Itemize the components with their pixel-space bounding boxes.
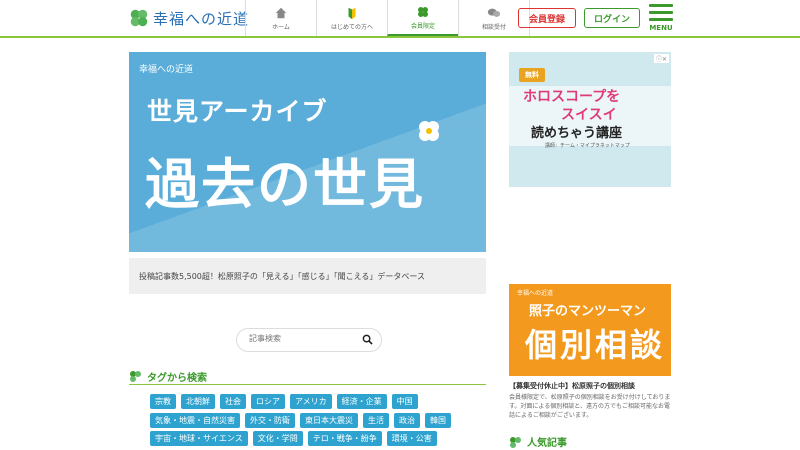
hamburger-icon bbox=[649, 4, 673, 7]
clover-icon bbox=[419, 121, 439, 141]
hero-banner[interactable]: 幸福への近道 世見アーカイブ 過去の世見 bbox=[129, 52, 486, 252]
hero-logo: 幸福への近道 bbox=[139, 65, 194, 75]
tag[interactable]: 宗教 bbox=[150, 394, 176, 409]
tag[interactable]: ロシア bbox=[251, 394, 285, 409]
main-nav: ホーム はじめての方へ 会員限定 相談受付 bbox=[245, 0, 530, 36]
consult-logo: 幸福への近道 bbox=[517, 290, 554, 297]
login-button[interactable]: ログイン bbox=[584, 8, 640, 28]
clover-icon bbox=[510, 436, 521, 448]
nav-home-label: ホーム bbox=[272, 23, 290, 31]
hero-caption: 投稿記事数5,500超！松原照子の「見える」「感じる」「聞こえる」データベース bbox=[129, 258, 486, 294]
tags-heading: タグから検索 bbox=[129, 368, 486, 385]
tag[interactable]: 文化・学問 bbox=[252, 431, 303, 446]
clover-icon bbox=[130, 371, 141, 382]
hamburger-bar bbox=[649, 11, 673, 14]
site-logo[interactable]: 幸福への近道 bbox=[128, 6, 249, 30]
site-header: 幸福への近道 ホーム はじめての方へ 会員限定 相談受付 会員登録 ログイン M… bbox=[0, 0, 800, 38]
menu-button[interactable]: MENU bbox=[648, 4, 674, 32]
tag[interactable]: 宇宙・地球・サイエンス bbox=[150, 431, 248, 446]
tag[interactable]: 東日本大震災 bbox=[300, 413, 358, 428]
tag[interactable]: 経済・企業 bbox=[336, 394, 387, 409]
free-badge: 無料 bbox=[519, 68, 545, 82]
ad-line1: ホロスコープを bbox=[523, 89, 621, 105]
nav-consultation-label: 相談受付 bbox=[481, 23, 506, 31]
consultation-banner[interactable]: 幸福への近道 照子のマンツーマン 個別相談 bbox=[509, 284, 671, 376]
consult-title[interactable]: 【募集受付休止中】松原照子の個別相談 bbox=[509, 381, 671, 391]
tag-row: 気象・地震・自然災害 外交・防衛 東日本大震災 生活 政治 韓国 bbox=[150, 413, 451, 428]
hamburger-bar bbox=[649, 18, 673, 21]
nav-beginner[interactable]: はじめての方へ bbox=[316, 0, 387, 36]
nav-home[interactable]: ホーム bbox=[245, 0, 316, 36]
chat-icon bbox=[487, 8, 501, 17]
hero-subtitle: 世見アーカイブ bbox=[147, 97, 328, 126]
popular-heading-text: 人気記事 bbox=[527, 438, 567, 449]
search-icon[interactable] bbox=[362, 334, 373, 345]
logo-text: 幸福への近道 bbox=[153, 9, 250, 28]
nav-members-only[interactable]: 会員限定 bbox=[387, 0, 458, 36]
clover-icon bbox=[418, 6, 428, 17]
clover-icon bbox=[130, 9, 148, 27]
tag-row: 宇宙・地球・サイエンス 文化・学問 テロ・戦争・紛争 環境・公害 bbox=[150, 431, 437, 446]
tag[interactable]: 北朝鮮 bbox=[181, 394, 215, 409]
hero-title: 過去の世見 bbox=[145, 152, 425, 216]
tags-heading-text: タグから検索 bbox=[147, 372, 207, 384]
tag[interactable]: 社会 bbox=[220, 394, 246, 409]
tag[interactable]: 環境・公害 bbox=[386, 431, 437, 446]
consult-line1: 照子のマンツーマン bbox=[529, 304, 647, 319]
consult-line2: 個別相談 bbox=[525, 326, 666, 364]
ad-line3: 読めちゃう講座 bbox=[531, 126, 623, 141]
beginner-icon bbox=[348, 7, 356, 19]
article-search bbox=[236, 328, 382, 352]
tag[interactable]: 政治 bbox=[394, 413, 420, 428]
home-icon bbox=[275, 7, 287, 18]
tag[interactable]: 韓国 bbox=[425, 413, 451, 428]
horoscope-ad[interactable]: ⓘ✕ 無料 ホロスコープを スイスイ 読めちゃう講座 講師：チーム・マイプラネッ… bbox=[509, 52, 671, 187]
popular-heading: 人気記事 bbox=[509, 434, 567, 449]
tag[interactable]: 生活 bbox=[363, 413, 389, 428]
menu-label: MENU bbox=[649, 24, 673, 32]
tag[interactable]: 中国 bbox=[391, 394, 418, 409]
consult-body: 会員様限定で、松原照子の個別相談をお受け付けしております。対面による個別相談と、… bbox=[509, 394, 671, 419]
ad-choices-icon[interactable]: ⓘ✕ bbox=[653, 54, 669, 63]
tag[interactable]: アメリカ bbox=[290, 394, 332, 409]
register-button[interactable]: 会員登録 bbox=[518, 8, 576, 28]
tag[interactable]: テロ・戦争・紛争 bbox=[307, 431, 382, 446]
tag[interactable]: 気象・地震・自然災害 bbox=[150, 413, 240, 428]
ad-line2: スイスイ bbox=[561, 107, 617, 123]
nav-beginner-label: はじめての方へ bbox=[330, 23, 373, 31]
nav-members-label: 会員限定 bbox=[410, 22, 435, 30]
tag-row: 宗教 北朝鮮 社会 ロシア アメリカ 経済・企業 中国 bbox=[150, 394, 418, 409]
tag[interactable]: 外交・防衛 bbox=[245, 413, 295, 428]
ad-line4: 講師：チーム・マイプラネットマップ bbox=[545, 143, 630, 149]
search-input[interactable] bbox=[247, 333, 361, 344]
